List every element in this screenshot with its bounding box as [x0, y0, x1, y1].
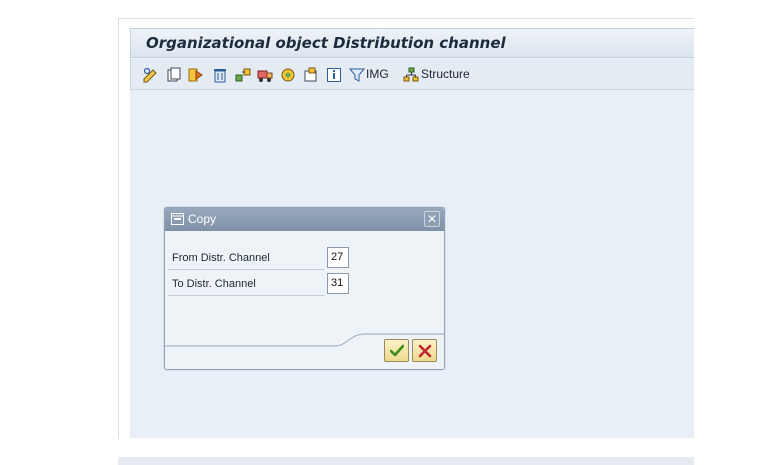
- from-channel-field[interactable]: 27: [327, 247, 349, 268]
- cancel-button[interactable]: [412, 339, 437, 362]
- new-entries-icon[interactable]: [166, 67, 182, 83]
- application-toolbar: IMG Structure: [130, 59, 694, 90]
- confirm-button[interactable]: [384, 339, 409, 362]
- dialog-header: Copy ✕: [165, 208, 444, 231]
- copy-dialog: Copy ✕ From Distr. Channel 27 To Distr. …: [164, 207, 445, 370]
- transport-icon[interactable]: [257, 67, 273, 83]
- copy-as-icon[interactable]: [188, 67, 204, 83]
- structure-button-label[interactable]: Structure: [421, 67, 470, 81]
- status-bar: [118, 457, 694, 465]
- checkmark-icon: [390, 344, 404, 357]
- to-channel-label: To Distr. Channel: [172, 278, 256, 290]
- dialog-title: Copy: [188, 212, 217, 226]
- delete-icon[interactable]: [212, 67, 228, 83]
- title-bar: Organizational object Distribution chann…: [130, 28, 694, 58]
- display-change-icon[interactable]: [143, 67, 159, 83]
- img-button-label[interactable]: IMG: [366, 67, 389, 81]
- previous-entry-icon[interactable]: [235, 67, 251, 83]
- frame-top-border: [118, 18, 694, 19]
- from-channel-label: From Distr. Channel: [172, 252, 270, 264]
- to-channel-field[interactable]: 31: [327, 273, 349, 294]
- close-icon[interactable]: ✕: [424, 211, 440, 227]
- filter-icon[interactable]: [349, 67, 365, 83]
- deselect-icon[interactable]: [303, 67, 319, 83]
- dialog-window-icon: [171, 213, 184, 225]
- row-divider: [168, 269, 324, 270]
- row-divider: [168, 295, 324, 296]
- info-icon[interactable]: [326, 67, 342, 83]
- select-all-icon[interactable]: [280, 67, 296, 83]
- structure-icon[interactable]: [403, 67, 419, 83]
- cancel-x-icon: [418, 344, 432, 358]
- page-title: Organizational object Distribution chann…: [146, 34, 506, 52]
